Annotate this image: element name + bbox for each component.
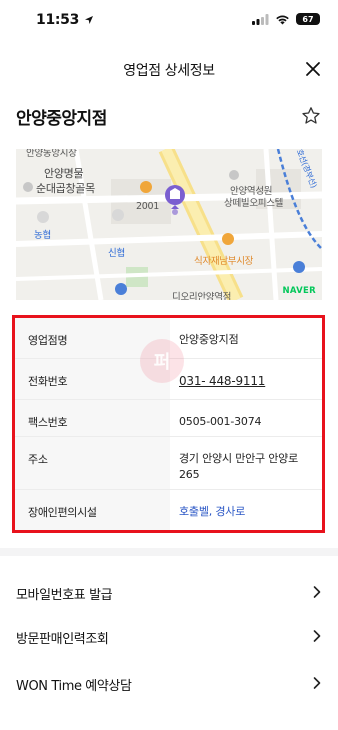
battery-icon: 67 bbox=[296, 13, 320, 25]
info-value: 경기 안양시 만안구 안양로 265 bbox=[179, 452, 299, 481]
page-title: 영업점 상세정보 bbox=[123, 63, 215, 79]
star-icon[interactable] bbox=[301, 106, 321, 126]
info-label: 팩스번호 bbox=[15, 400, 170, 436]
branch-map[interactable]: 안양동앙시장 안양명물 순대곱창골목 2001 안양역성원 상떼빌오피스텔 농협… bbox=[16, 149, 322, 300]
info-label: 주소 bbox=[15, 437, 170, 489]
menu-item-sales-staff[interactable]: 방문판매인력조회 bbox=[0, 615, 338, 659]
info-row-fax: 팩스번호 0505-001-3074 bbox=[15, 400, 322, 437]
map-label: 안양명물 bbox=[44, 167, 84, 180]
map-label: 순대곱창골목 bbox=[36, 182, 95, 195]
info-row-accessibility: 장애인편의시설 호출벨, 경사로 bbox=[15, 490, 322, 530]
map-label: 상떼빌오피스텔 bbox=[224, 198, 284, 209]
status-bar: 11:53 67 bbox=[0, 0, 338, 44]
wifi-icon bbox=[276, 15, 289, 24]
status-time: 11:53 bbox=[36, 12, 94, 28]
menu-item-label: 모바일번호표 발급 bbox=[16, 588, 113, 603]
menu-item-mobile-ticket[interactable]: 모바일번호표 발급 bbox=[0, 571, 338, 615]
menu-item-won-time[interactable]: WON Time 예약상담 bbox=[0, 662, 338, 706]
map-label: 신협 bbox=[108, 248, 125, 259]
info-label: 장애인편의시설 bbox=[15, 490, 170, 530]
accessibility-link[interactable]: 호출벨, 경사로 bbox=[170, 490, 322, 530]
close-icon[interactable] bbox=[302, 58, 324, 80]
chevron-right-icon bbox=[313, 630, 321, 642]
chevron-right-icon bbox=[313, 586, 321, 598]
map-label: 농협 bbox=[34, 230, 51, 241]
map-attribution: NAVER bbox=[282, 286, 316, 296]
nav-bar: 영업점 상세정보 bbox=[0, 50, 338, 90]
location-arrow-icon bbox=[84, 16, 93, 24]
map-label: 식자재남부시장 bbox=[194, 256, 254, 267]
info-value: 0505-001-3074 bbox=[179, 415, 262, 428]
watermark-logo: 퍼 bbox=[140, 339, 184, 383]
info-row-address: 주소 경기 안양시 만안구 안양로 265 bbox=[15, 437, 322, 490]
menu-item-label: 방문판매인력조회 bbox=[16, 632, 109, 647]
map-label: 안양동앙시장 bbox=[26, 149, 77, 159]
phone-link[interactable]: 031- 448-9111 bbox=[170, 359, 322, 399]
map-label: 디오리안양역점 bbox=[172, 292, 232, 300]
signal-icon bbox=[252, 13, 269, 25]
chevron-right-icon bbox=[313, 677, 321, 689]
info-value: 안양중앙지점 bbox=[179, 333, 239, 346]
map-label: 2001 bbox=[136, 201, 159, 212]
status-icons: 67 bbox=[252, 13, 320, 25]
branch-name: 안양중앙지점 bbox=[16, 109, 107, 129]
section-divider bbox=[0, 548, 338, 556]
menu-item-label: WON Time 예약상담 bbox=[16, 679, 132, 694]
